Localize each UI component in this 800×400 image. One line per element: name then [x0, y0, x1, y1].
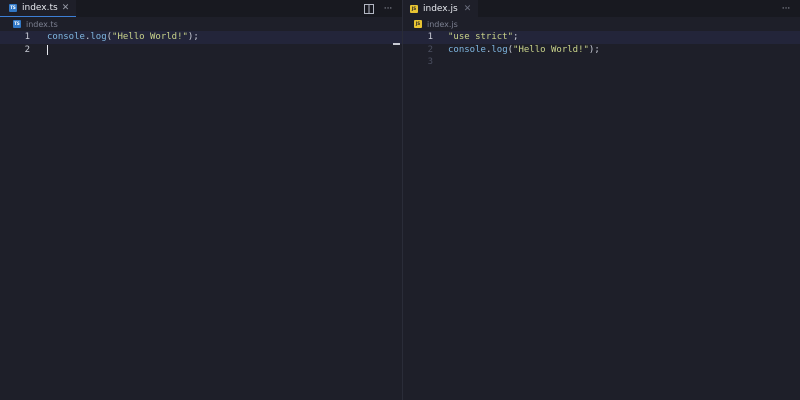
- ts-file-icon: TS: [9, 4, 17, 12]
- code-line[interactable]: 1 console.log("Hello World!");: [0, 31, 402, 44]
- breadcrumb-right[interactable]: JS index.js: [403, 17, 800, 31]
- token-identifier: console: [448, 44, 486, 55]
- split-editor-icon[interactable]: [363, 3, 375, 15]
- token-string: "use strict": [448, 32, 514, 42]
- text-cursor: [47, 44, 48, 55]
- editor-actions-right: ···: [780, 0, 792, 17]
- code-line[interactable]: 1 "use strict";: [403, 31, 800, 44]
- breadcrumb-left[interactable]: TS index.ts: [0, 17, 402, 31]
- code-text: "use strict";: [448, 31, 518, 44]
- code-line[interactable]: 2 console.log("Hello World!");: [403, 44, 800, 57]
- minimap-slider[interactable]: [393, 43, 400, 45]
- token-punctuation: );: [187, 32, 199, 42]
- token-punctuation: ;: [513, 32, 519, 42]
- token-punctuation: );: [588, 44, 600, 55]
- tab-index-js[interactable]: JS index.js ✕: [403, 0, 478, 17]
- tab-bar-right: JS index.js ✕ ···: [403, 0, 800, 17]
- tab-label: index.js: [423, 3, 458, 14]
- ts-file-icon: TS: [13, 20, 21, 28]
- token-method: log: [90, 32, 107, 42]
- token-method: log: [491, 44, 508, 55]
- token-string: "Hello World!": [112, 32, 188, 42]
- more-actions-icon[interactable]: ···: [382, 3, 394, 15]
- code-text: console.log("Hello World!");: [448, 44, 600, 57]
- code-editor-left[interactable]: 1 console.log("Hello World!"); 2: [0, 31, 402, 56]
- close-tab-icon[interactable]: ✕: [61, 3, 70, 13]
- code-editor-right[interactable]: 1 "use strict"; 2 console.log("Hello Wor…: [403, 31, 800, 69]
- js-file-icon: JS: [414, 20, 422, 28]
- js-file-icon: JS: [410, 4, 418, 13]
- token-string: "Hello World!": [513, 44, 589, 55]
- editor-group-right: JS index.js ✕ ··· JS index.js 1 "use str…: [403, 0, 800, 400]
- tab-bar-left: TS index.ts ✕ ···: [0, 0, 402, 17]
- line-number: 2: [24, 44, 30, 55]
- more-actions-icon[interactable]: ···: [780, 3, 792, 15]
- editor-actions-left: ···: [363, 0, 394, 17]
- breadcrumb-file[interactable]: index.ts: [26, 20, 58, 29]
- line-number: 2: [427, 44, 433, 55]
- editor-window: TS index.ts ✕ ··· TS index.ts 1 console.…: [0, 0, 800, 400]
- line-number: 1: [427, 32, 433, 42]
- line-number: 3: [427, 57, 433, 67]
- close-tab-icon[interactable]: ✕: [463, 4, 472, 14]
- tab-index-ts[interactable]: TS index.ts ✕: [0, 0, 76, 17]
- code-line[interactable]: 2: [0, 44, 402, 57]
- code-line[interactable]: 3: [403, 56, 800, 69]
- tab-label: index.ts: [22, 3, 58, 13]
- breadcrumb-file[interactable]: index.js: [427, 20, 458, 29]
- code-text: console.log("Hello World!");: [47, 31, 199, 44]
- editor-group-left: TS index.ts ✕ ··· TS index.ts 1 console.…: [0, 0, 402, 400]
- token-identifier: console: [47, 32, 85, 42]
- line-number: 1: [24, 32, 30, 42]
